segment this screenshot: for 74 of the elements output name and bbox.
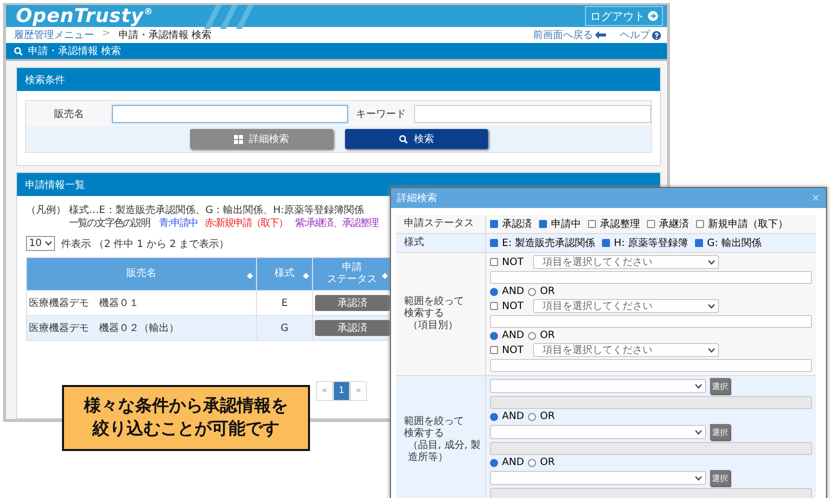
select-button[interactable]: 選択 [710,424,730,440]
row-label: 検索する [404,428,445,440]
select-button[interactable]: 選択 [710,470,730,486]
color-legend-item: 青:申請中 [159,217,198,230]
sort-icon[interactable]: ◆ [302,270,309,282]
option-label: NOT [502,256,524,268]
field-label: キーワード [354,108,407,120]
row-label: 様式 [404,237,425,249]
option-label: OR [540,286,555,297]
legend-text: 様式…E：製造販売承認関係、G：輸出関係、H:原薬等登録簿関係 [69,204,364,217]
page-info: 件表示 （2 件中 1 から 2 まで表示） [61,238,230,250]
breadcrumb-item[interactable]: 申請・承認情報 検索 [118,28,212,42]
table-cell: 医療機器デモ 機器０２（輸出） [26,316,256,340]
dialog-title: 詳細検索 [397,192,437,205]
option-label: NOT [502,344,524,356]
select-button[interactable]: 選択 [710,378,730,394]
breadcrumb-item[interactable]: 履歴管理メニュー [14,28,94,42]
page-title: 申請・承認情報 検索 [28,44,122,58]
option-label: 承認整理 [600,218,640,231]
column-header[interactable]: 販売名 [126,268,156,280]
sort-icon[interactable]: ◆ [382,270,388,282]
option-label: AND [502,411,524,422]
table-cell: G [256,316,312,340]
option-label: 新規申請（取下） [708,218,788,231]
logo: OpenTrusty$^{®}$ [16,5,154,27]
search-button[interactable]: 検索 [345,129,488,149]
item-select[interactable]: 項目を選択してください [533,343,720,357]
column-header[interactable]: 申請 [342,262,362,274]
item-select[interactable]: 項目を選択してください [533,255,720,269]
row-label: （品目, 成分, 製造所等） [407,440,481,464]
sort-icon[interactable]: ◆ [246,270,253,282]
color-legend-item: 赤:新規申請（取下） [204,217,288,230]
option-label: E: 製造販売承認関係 [502,236,595,250]
legend-text: 一覧の文字色の説明 [69,217,150,230]
row-label: 申請ステータス [404,218,475,230]
previous-page-link[interactable]: « [316,381,333,401]
option-label: 承認済 [502,218,532,231]
option-label: AND [502,457,524,468]
table-cell: E [256,290,312,316]
item-select[interactable]: 項目を選択してください [533,299,720,313]
option-label: 申請中 [551,218,581,231]
status-button[interactable]: 承認済 [315,320,390,336]
option-label: 承継済 [659,218,689,231]
advanced-search-button[interactable]: 詳細検索 [190,129,333,149]
table-cell: 医療機器デモ 機器０１ [26,290,256,316]
page-size-select[interactable]: 10 [26,236,55,251]
help-link[interactable]: ヘルプ [620,28,661,42]
legend-mark: （凡例） [26,204,66,217]
callout-text: 様々な条件から承認情報を [84,395,288,418]
row-label: （項目別） [407,320,459,332]
option-label: OR [540,457,555,468]
option-label: OR [540,411,555,422]
field-label: 販売名 [52,108,85,120]
option-label: AND [502,286,524,297]
logout-button[interactable]: ログアウト [585,6,663,26]
row-label: 範囲を絞って [404,296,465,308]
option-label: H: 原薬等登録簿 [614,236,688,250]
option-label: G: 輸出関係 [706,236,762,250]
breadcrumb-separator: > [102,28,110,41]
row-label: 範囲を絞って [404,416,465,428]
callout-text: 絞り込むことが可能です [92,418,280,441]
column-header[interactable]: 様式 [274,268,294,280]
option-label: AND [502,330,524,341]
column-header[interactable]: ステータス [327,274,377,286]
option-label: NOT [502,300,524,312]
next-page-link[interactable]: » [350,381,367,401]
row-label: 検索する [404,308,445,320]
status-button[interactable]: 承認済 [315,295,390,311]
page-link[interactable]: 1 [333,381,350,401]
color-legend-item: 紫:承継済、承認整理 [294,217,378,230]
option-label: OR [540,330,555,341]
panel-title: 申請情報一覧 [25,178,85,192]
panel-title: 検索条件 [25,74,65,86]
back-link[interactable]: 前画面へ戻る [533,28,606,42]
